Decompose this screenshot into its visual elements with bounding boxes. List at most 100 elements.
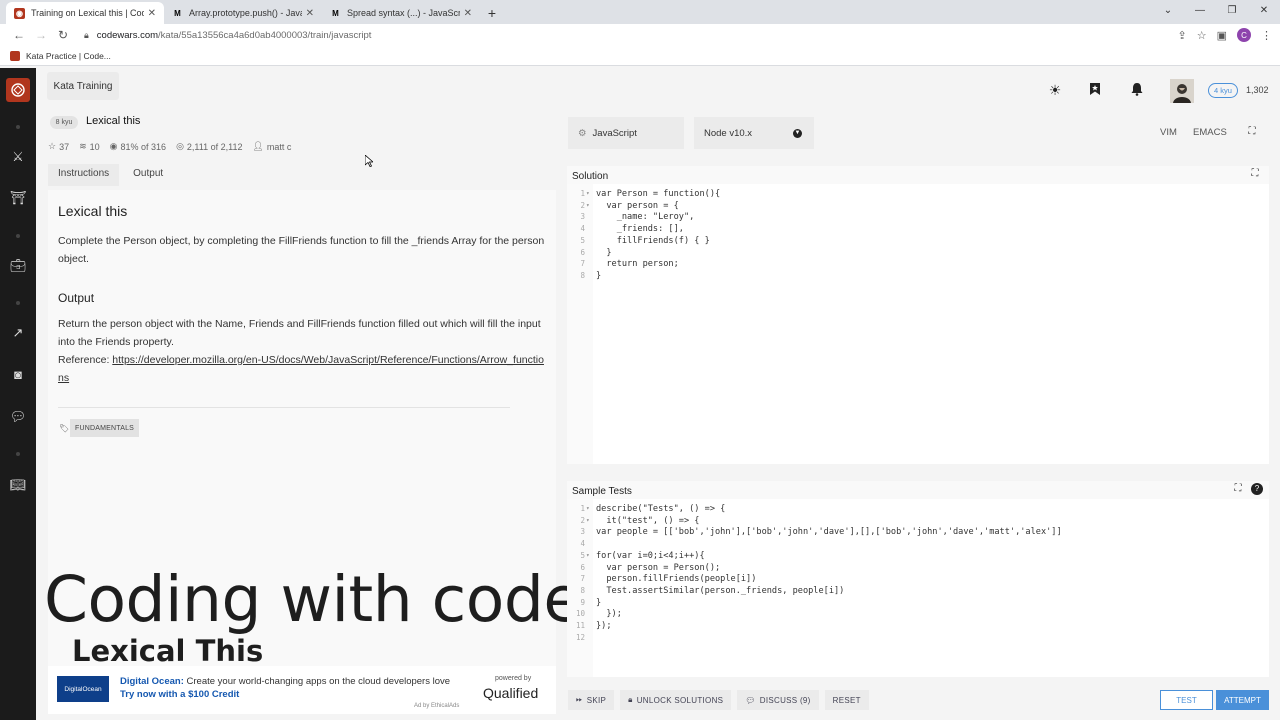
reset-button[interactable]: RESET [824,690,869,710]
close-window-icon[interactable]: ✕ [1248,0,1280,22]
tab-strip: ◉ Training on Lexical this | Codewa ✕ M Arra… [0,2,480,24]
collections-stat[interactable]: ≋ 10 [79,141,100,152]
line-number: 6 [580,562,585,572]
close-tab-icon[interactable]: ✕ [148,8,156,19]
browser-tab[interactable]: M Array.prototype.push() - JavaScri ✕ [164,2,322,24]
stars-stat[interactable]: ☆ 37 [48,141,69,152]
user-avatar[interactable] [1170,79,1194,103]
code-line: 8} [567,270,1269,282]
notifications-bell-icon[interactable] [1129,82,1145,98]
url-path: /kata/55a13556ca4a6d0ab4000003/train/jav… [158,29,372,41]
dojo-icon[interactable]: ⛩ [8,189,28,207]
fold-arrow-icon[interactable]: ▾ [586,550,590,562]
sidebar-dot [16,301,20,305]
new-tab-button[interactable]: + [480,2,504,24]
line-number: 6 [580,247,585,257]
code-text: var person = { [596,200,679,211]
bookmark-star-icon[interactable]: ☆ [1197,29,1207,42]
digitalocean-logo[interactable]: DigitalOcean [57,676,109,702]
code-line: 9} [567,597,1269,609]
fold-arrow-icon[interactable]: ▾ [586,515,590,527]
reference-label: Reference: [58,354,113,366]
test-button[interactable]: TEST [1160,690,1213,710]
share-icon[interactable]: ⇪ [1178,29,1187,42]
line-number: 7 [580,574,585,584]
line-number: 7 [580,259,585,269]
star-icon: ☆ [48,141,57,151]
language-selector[interactable]: ⚙ JavaScript [568,117,684,149]
discuss-button[interactable]: 💬︎ DISCUSS (9) [737,690,819,710]
ad-text[interactable]: Digital Ocean: Create your world-changin… [120,675,465,701]
browser-tab[interactable]: ◉ Training on Lexical this | Codewa ✕ [6,2,164,24]
back-icon[interactable]: ← [8,28,30,42]
lock-icon: 🔒︎ [628,695,633,704]
ad-attribution[interactable]: Ad by EthicalAds [414,703,459,709]
ad-cta[interactable]: Try now with a $100 Credit [120,689,239,700]
chevron-down-icon[interactable]: ⌄ [1152,0,1184,22]
sidebar-dot [16,452,20,456]
fold-arrow-icon[interactable]: ▾ [586,503,590,515]
discord-icon[interactable]: ◙ [8,366,28,384]
action-bar: ⏩︎ SKIP 🔒︎ UNLOCK SOLUTIONS 💬︎ DISCUSS (9) … [568,690,869,712]
bookmark-icon[interactable] [1087,82,1103,98]
url-host: codewars.com [96,29,159,41]
url-field[interactable]: 🔒︎ codewars.com/kata/55a13556ca4a6d0ab40… [84,30,1178,41]
restore-icon[interactable]: ❐ [1216,0,1248,22]
runtime-selector[interactable]: Node v10.x ▼ [694,117,814,149]
code-line: 11}); [567,620,1269,632]
tests-editor[interactable]: 1 ▾ describe("Tests", () => {2 ▾ it("test",… [567,499,1269,677]
tab-output[interactable]: Output [123,164,173,186]
output-body: Return the person object with the Name, … [58,318,541,348]
leaderboard-icon[interactable]: ↗ [8,324,28,342]
emacs-mode-toggle[interactable]: EMACS [1193,127,1227,138]
line-number: 10 [575,609,585,619]
skip-button[interactable]: ⏩︎ SKIP [568,690,615,710]
forward-icon[interactable]: → [30,28,52,42]
fullscreen-icon[interactable]: ⛶ [1246,126,1258,138]
solution-editor[interactable]: 1 ▾ var Person = function(){2 ▾ var person … [567,184,1269,464]
browser-tab[interactable]: M Spread syntax (...) - JavaScript | M ✕ [322,2,480,24]
line-number: 2 [580,200,585,210]
code-text: person.fillFriends(people[i]) [596,574,757,585]
user-icon: 👤︎ [252,141,264,151]
fold-arrow-icon[interactable]: ▾ [586,188,590,200]
qualified-logo[interactable]: Qualified [483,685,538,701]
author-stat[interactable]: 👤︎ matt c [252,141,291,152]
codewars-logo-icon[interactable] [6,78,30,102]
help-icon[interactable]: ? [1251,483,1263,495]
code-line: 12 [567,632,1269,644]
unlock-solutions-button[interactable]: 🔒︎ UNLOCK SOLUTIONS [620,690,732,710]
profile-avatar[interactable]: C [1237,28,1251,42]
docs-book-icon[interactable]: 📖︎ [8,476,28,494]
code-line: 8 Test.assertSimilar(person._friends, pe… [567,585,1269,597]
ad-body: Create your world-changing apps on the c… [183,676,451,687]
code-text: var people = [['bob','john'],['bob','joh… [596,527,1062,538]
briefcase-icon[interactable]: 💼︎ [8,257,28,275]
sidebar-dot [16,125,20,129]
reference-link[interactable]: https://developer.mozilla.org/en-US/docs… [58,354,544,384]
more-menu-icon[interactable]: ⋮ [1261,29,1272,42]
minimize-icon[interactable]: — [1184,0,1216,22]
tag-fundamentals[interactable]: FUNDAMENTALS [70,419,140,437]
bookmark-item[interactable]: Kata Practice | Code... [26,51,111,61]
code-text: } [596,270,602,281]
reload-icon[interactable]: ↻ [52,28,74,42]
expand-icon[interactable]: ⛶ [1232,483,1244,495]
tab-instructions[interactable]: Instructions [48,164,120,186]
code-line: 5 ▾ for(var i=0;i<4;i++){ [567,550,1269,562]
attempt-button[interactable]: ATTEMPT [1216,690,1269,710]
training-icon[interactable]: ⚔ [8,148,28,166]
kata-training-button[interactable]: Kata Training [47,72,119,100]
rank-badge[interactable]: 4 kyu [1208,83,1238,98]
chat-icon[interactable]: 💬︎ [8,408,28,426]
sidebar-dot [16,234,20,238]
skip-label: SKIP [586,695,607,705]
vim-mode-toggle[interactable]: VIM [1160,127,1177,138]
close-tab-icon[interactable]: ✕ [464,8,472,19]
sidepanel-icon[interactable]: ▣ [1217,29,1227,42]
codewars-icon [10,50,20,61]
expand-icon[interactable]: ⛶ [1249,168,1261,180]
fold-arrow-icon[interactable]: ▾ [586,200,590,212]
theme-sun-icon[interactable]: ☀ [1047,82,1063,98]
close-tab-icon[interactable]: ✕ [306,8,314,19]
